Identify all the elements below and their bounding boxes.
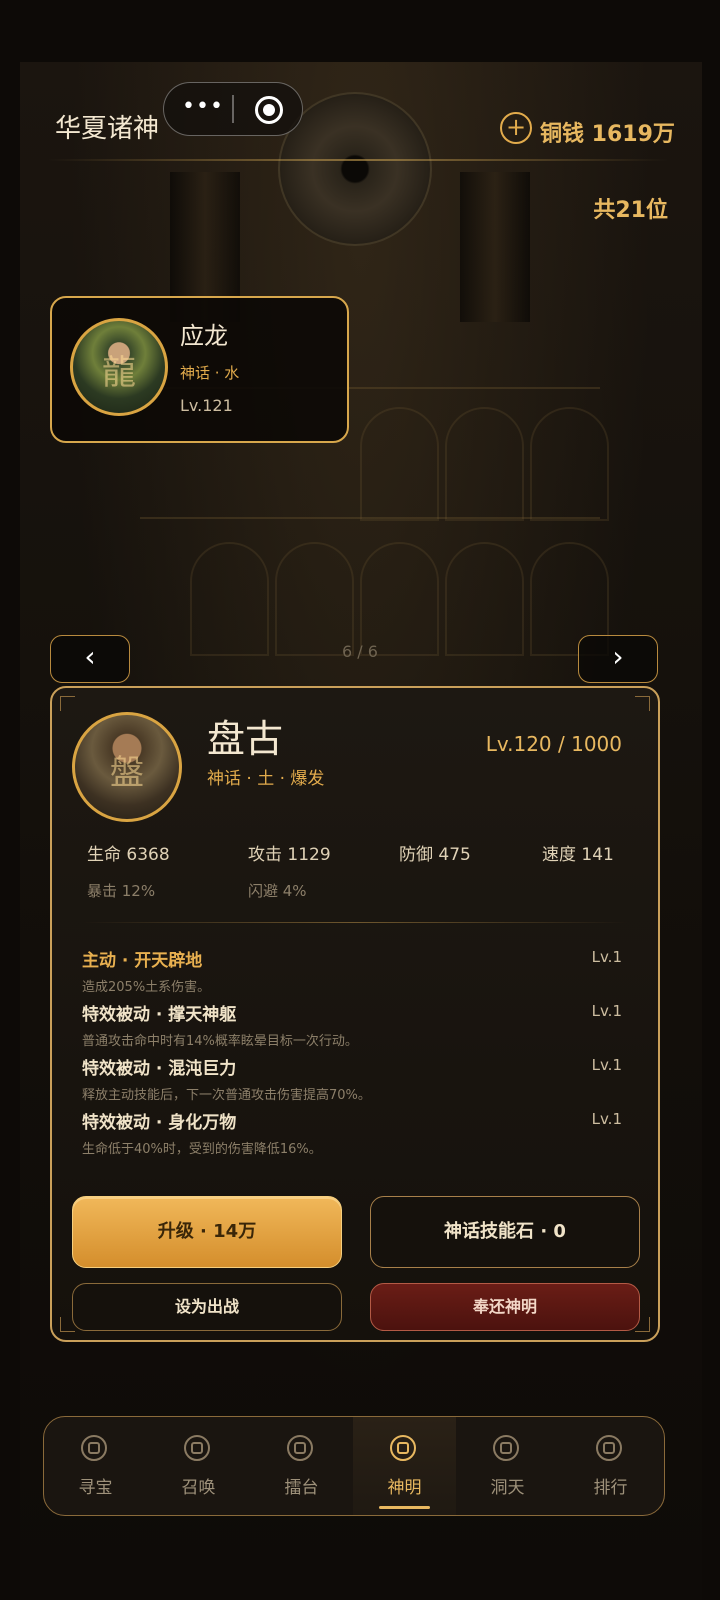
tab-label: 排行 <box>593 1478 628 1498</box>
tab-label: 神明 <box>387 1478 422 1498</box>
close-target-icon[interactable] <box>255 96 283 124</box>
dragon-icon: 龍 <box>102 353 136 393</box>
header-divider <box>48 159 668 161</box>
bottom-tab-bar: 寻宝 召唤 擂台 神明 洞天 排行 <box>43 1416 665 1516</box>
tab-label: 寻宝 <box>78 1478 113 1498</box>
stat-attack: 攻击 1129 <box>248 845 331 865</box>
tab-label: 洞天 <box>490 1478 525 1498</box>
bg-arch <box>275 542 354 656</box>
app-frame: 华夏诸神 ••• + 铜钱 1619万 共21位 龍 应龙 神话 · 水 Lv.… <box>20 62 702 1600</box>
skill-desc: 普通攻击命中时有14%概率眩晕目标一次行动。 <box>82 1034 358 1049</box>
tab-treasure[interactable]: 寻宝 <box>44 1417 147 1515</box>
skill-desc: 生命低于40%时，受到的伤害降低16%。 <box>82 1142 322 1157</box>
bg-arch <box>360 542 439 656</box>
page-title: 华夏诸神 <box>55 114 160 144</box>
tab-summon[interactable]: 召唤 <box>147 1417 250 1515</box>
skill-name: 主动 · 开天辟地 <box>82 951 203 971</box>
stat-speed: 速度 141 <box>542 845 614 865</box>
skill-stone-button[interactable]: 神话技能石 · 0 <box>370 1196 640 1268</box>
skill-name: 特效被动 · 撑天神躯 <box>82 1005 237 1025</box>
mini-program-capsule[interactable]: ••• <box>163 82 303 136</box>
corner-ornament <box>60 696 75 711</box>
tab-deity[interactable]: 神明 <box>353 1417 456 1515</box>
bg-arch <box>445 407 524 521</box>
capsule-divider <box>232 95 234 123</box>
tab-ranking[interactable]: 排行 <box>559 1417 662 1515</box>
deity-name: 应龙 <box>180 322 228 350</box>
tab-label: 召唤 <box>181 1478 216 1498</box>
treasure-icon <box>81 1435 107 1461</box>
corner-ornament <box>635 696 650 711</box>
hero-avatar: 盤 <box>72 712 182 822</box>
add-coins-icon[interactable]: + <box>500 112 532 144</box>
stat-hp: 生命 6368 <box>87 845 170 865</box>
deity-avatar: 龍 <box>70 318 168 416</box>
coins-balance: 铜钱 1619万 <box>540 122 675 147</box>
skill-level: Lv.1 <box>591 948 622 966</box>
skill-level: Lv.1 <box>591 1002 622 1020</box>
stat-crit: 暴击 12% <box>87 882 156 900</box>
stat-defense: 防御 475 <box>399 845 471 865</box>
deploy-button[interactable]: 设为出战 <box>72 1283 342 1331</box>
ranking-icon <box>596 1435 622 1461</box>
active-indicator <box>379 1506 430 1509</box>
deity-count: 共21位 <box>593 198 668 223</box>
deity-detail-card: 盤 盘古 神话 · 土 · 爆发 Lv.120 / 1000 生命 6368 攻… <box>50 686 660 1342</box>
prev-button[interactable]: ‹ <box>50 635 130 683</box>
upgrade-button[interactable]: 升级 · 14万 <box>72 1196 342 1268</box>
next-button[interactable]: › <box>578 635 658 683</box>
arena-icon <box>287 1435 313 1461</box>
skill-desc: 造成205%土系伤害。 <box>82 980 211 995</box>
page-indicator: 6 / 6 <box>342 642 378 661</box>
section-divider <box>82 922 628 923</box>
bg-arch <box>445 542 524 656</box>
skill-desc: 释放主动技能后，下一次普通攻击伤害提高70%。 <box>82 1088 371 1103</box>
skill-name: 特效被动 · 身化万物 <box>82 1113 237 1133</box>
deity-level: Lv.121 <box>180 396 233 415</box>
selected-deity-card[interactable]: 龍 应龙 神话 · 水 Lv.121 <box>50 296 349 443</box>
bg-pillar-right <box>460 172 530 322</box>
more-icon[interactable]: ••• <box>182 94 224 119</box>
hero-tags: 神话 · 土 · 爆发 <box>207 769 325 789</box>
deity-tags: 神话 · 水 <box>180 364 240 382</box>
tab-grotto[interactable]: 洞天 <box>456 1417 559 1515</box>
grotto-icon <box>493 1435 519 1461</box>
tab-arena[interactable]: 擂台 <box>250 1417 353 1515</box>
summon-icon <box>184 1435 210 1461</box>
hero-name: 盘古 <box>207 717 284 761</box>
hero-level: Lv.120 / 1000 <box>485 732 622 756</box>
stat-dodge: 闪避 4% <box>248 882 307 900</box>
return-deity-button[interactable]: 奉还神明 <box>370 1283 640 1331</box>
skill-name: 特效被动 · 混沌巨力 <box>82 1059 237 1079</box>
tab-label: 擂台 <box>284 1478 319 1498</box>
bg-arch <box>190 542 269 656</box>
deity-icon <box>390 1435 416 1461</box>
skill-level: Lv.1 <box>591 1110 622 1128</box>
skill-level: Lv.1 <box>591 1056 622 1074</box>
bg-arch <box>530 407 609 521</box>
giant-icon: 盤 <box>110 753 144 793</box>
bg-arch <box>360 407 439 521</box>
